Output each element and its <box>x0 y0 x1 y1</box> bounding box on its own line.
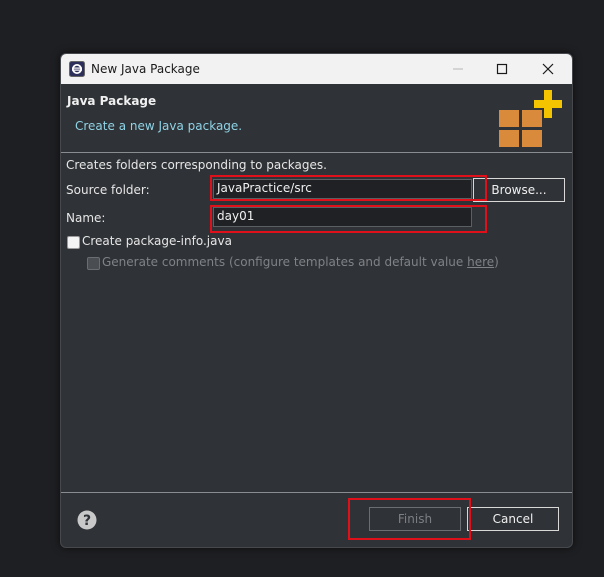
here-link[interactable]: here <box>467 255 494 269</box>
title-bar: New Java Package <box>61 54 572 84</box>
close-button[interactable] <box>526 54 570 84</box>
browse-button[interactable]: Browse... <box>473 178 565 202</box>
minimize-icon <box>453 68 463 70</box>
help-icon[interactable]: ? <box>77 510 97 530</box>
generate-comments-line: Generate comments (configure templates a… <box>102 255 499 269</box>
generate-comments-checkbox[interactable] <box>87 257 100 270</box>
name-field[interactable]: day01 <box>213 207 472 227</box>
new-java-package-dialog: New Java Package Java Package Create a n… <box>60 53 573 548</box>
cancel-button[interactable]: Cancel <box>467 507 559 531</box>
maximize-icon <box>496 63 508 75</box>
banner-description: Create a new Java package. <box>75 119 243 133</box>
eclipse-app-icon <box>69 61 85 77</box>
create-package-info-checkbox[interactable] <box>67 236 80 249</box>
intro-text: Creates folders corresponding to package… <box>66 158 327 172</box>
minimize-button[interactable] <box>436 54 480 84</box>
hint-close-paren: ) <box>494 255 499 269</box>
generate-comments-label: Generate comments <box>102 255 226 269</box>
svg-text:?: ? <box>83 513 91 529</box>
source-folder-field[interactable]: JavaPractice/src <box>213 179 472 199</box>
wizard-banner: Java Package Create a new Java package. <box>61 84 572 152</box>
new-package-icon <box>499 90 562 147</box>
window-title: New Java Package <box>91 62 200 76</box>
banner-title: Java Package <box>67 94 157 108</box>
name-label: Name: <box>66 211 106 225</box>
footer-separator <box>61 492 572 493</box>
create-package-info-label[interactable]: Create package-info.java <box>82 234 232 248</box>
close-icon <box>542 63 554 75</box>
source-folder-label: Source folder: <box>66 183 150 197</box>
generate-comments-hint: (configure templates and default value <box>228 255 468 269</box>
maximize-button[interactable] <box>480 54 524 84</box>
finish-button[interactable]: Finish <box>369 507 461 531</box>
banner-separator <box>61 152 572 153</box>
